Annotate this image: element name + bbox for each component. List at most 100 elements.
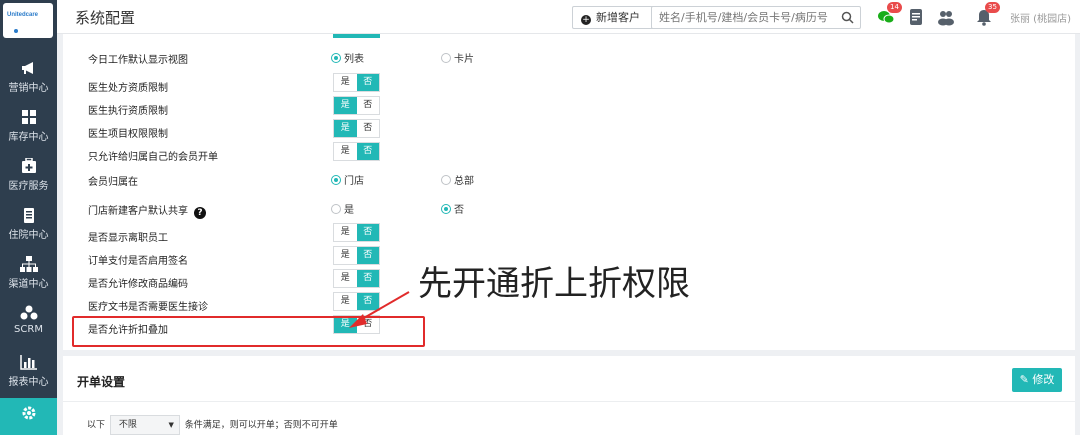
logo[interactable]: Unitedcare [3, 3, 53, 38]
toggle-no[interactable]: 否 [356, 224, 379, 241]
edit-button[interactable]: ✎ 修改 [1012, 368, 1062, 392]
plus-icon: + [581, 15, 591, 25]
sidebar-item-scrm[interactable]: SCRM [0, 298, 57, 347]
edit-icon: ✎ [1019, 373, 1033, 386]
radio-dot [331, 204, 341, 214]
sidebar-item-reports[interactable]: 报表中心 [0, 347, 57, 396]
sidebar-item-medical[interactable]: 医疗服务 [0, 151, 57, 200]
radio-share-yes[interactable]: 是 [331, 201, 354, 216]
sidebar: Unitedcare 营销中心 库存中心 医疗服务 住院中心 渠道中心 SCRM… [0, 0, 57, 435]
sidebar-item-settings[interactable] [0, 398, 57, 435]
radio-member-store[interactable]: 门店 [331, 172, 364, 187]
help-icon[interactable]: ? [194, 207, 206, 219]
search-input[interactable] [652, 7, 832, 28]
team-icon [938, 11, 954, 26]
contacts-button[interactable] [937, 8, 955, 26]
toggle-no[interactable]: 否 [356, 247, 379, 264]
order-settings-card: 开单设置 ✎ 修改 以下 不限 ▼ 条件满足，则可以开单；否则不可开单 [63, 356, 1075, 435]
toggle-yes[interactable]: 是 [334, 97, 357, 114]
toggle-execution-qualification[interactable]: 是否 [333, 96, 380, 115]
new-customer-label: 新增客户 [596, 11, 640, 24]
toggle-no[interactable]: 否 [356, 120, 379, 137]
notification-badge: 35 [985, 2, 1000, 13]
toggle-payment-signature[interactable]: 是否 [333, 246, 380, 265]
setting-label: 只允许给归属自己的会员开单 [88, 152, 218, 163]
settings-card: 今日工作默认显示视图 列表 卡片 医生处方资质限制 是否 医生执行资质限制 是否… [63, 34, 1075, 350]
wechat-badge: 14 [887, 2, 902, 13]
sidebar-item-inpatient[interactable]: 住院中心 [0, 200, 57, 249]
setting-label: 医生项目权限限制 [88, 129, 168, 140]
toggle-yes[interactable]: 是 [334, 120, 357, 137]
setting-label: 医生执行资质限制 [88, 106, 168, 117]
radio-card-view[interactable]: 卡片 [441, 50, 474, 65]
wechat-button[interactable]: 14 [877, 2, 902, 26]
toggle-yes[interactable]: 是 [334, 143, 357, 160]
select-value: 不限 [118, 420, 137, 430]
toggle-no[interactable]: 否 [356, 143, 379, 160]
divider [63, 401, 1075, 402]
setting-label: 订单支付是否启用签名 [88, 256, 188, 267]
cut-off-toggle [333, 34, 380, 38]
grid-icon [21, 110, 36, 124]
caret-down-icon: ▼ [168, 421, 174, 429]
toggle-yes[interactable]: 是 [334, 224, 357, 241]
sidebar-item-label: 住院中心 [8, 230, 49, 241]
radio-member-hq[interactable]: 总部 [441, 172, 474, 187]
page-title: 系统配置 [75, 9, 136, 27]
toggle-yes[interactable]: 是 [334, 247, 357, 264]
org-chart-icon [19, 256, 38, 272]
annotation-text: 先开通折上折权限 [418, 264, 690, 304]
megaphone-icon [21, 62, 33, 74]
toggle-project-permission[interactable]: 是否 [333, 119, 380, 138]
radio-dot-selected [331, 53, 341, 63]
search-box [651, 6, 861, 29]
orders-button[interactable] [907, 8, 925, 26]
radio-label: 是 [344, 205, 354, 216]
search-icon[interactable] [841, 11, 854, 24]
setting-label: 是否显示离职员工 [88, 233, 168, 244]
condition-suffix: 条件满足，则可以开单；否则不可开单 [184, 420, 338, 431]
clipboard-icon [23, 208, 34, 223]
radio-dot-selected [441, 204, 451, 214]
edit-label: 修改 [1032, 373, 1055, 386]
radio-dot [441, 175, 451, 185]
setting-label-with-help: 门店新建客户默认共享? [88, 202, 206, 219]
sidebar-cut-item [0, 42, 57, 52]
setting-label: 医生处方资质限制 [88, 83, 168, 94]
radio-label: 总部 [454, 176, 474, 187]
sidebar-item-marketing[interactable]: 营销中心 [0, 53, 57, 102]
radio-list-view[interactable]: 列表 [331, 50, 364, 65]
sidebar-item-label: 报表中心 [8, 377, 49, 388]
toggle-no[interactable]: 否 [356, 74, 379, 91]
toggle-own-member-only[interactable]: 是否 [333, 142, 380, 161]
section-title: 开单设置 [77, 375, 126, 389]
medical-kit-icon [21, 158, 36, 173]
radio-label: 否 [454, 205, 464, 216]
setting-label: 会员归属在 [88, 177, 138, 188]
sidebar-item-label: 营销中心 [8, 83, 49, 94]
sidebar-item-label: 渠道中心 [8, 279, 49, 290]
setting-label: 医疗文书是否需要医生接诊 [88, 302, 208, 313]
user-menu[interactable]: 张丽 (桃园店) [1010, 10, 1071, 25]
radio-label: 列表 [344, 54, 364, 65]
users-icon [20, 305, 37, 320]
toggle-no[interactable]: 否 [356, 97, 379, 114]
sidebar-item-inventory[interactable]: 库存中心 [0, 102, 57, 151]
radio-share-no[interactable]: 否 [441, 201, 464, 216]
toggle-show-resigned[interactable]: 是否 [333, 223, 380, 242]
toggle-prescription-qualification[interactable]: 是否 [333, 73, 380, 92]
radio-dot-selected [331, 175, 341, 185]
radio-label: 卡片 [454, 54, 474, 65]
setting-label: 门店新建客户默认共享 [88, 206, 188, 217]
order-condition: 以下 不限 ▼ 条件满足，则可以开单；否则不可开单 [87, 415, 338, 435]
notifications-button[interactable]: 35 [975, 2, 1000, 26]
sidebar-item-channel[interactable]: 渠道中心 [0, 249, 57, 298]
sidebar-item-label: SCRM [14, 324, 43, 335]
setting-label: 今日工作默认显示视图 [88, 55, 188, 66]
condition-select[interactable]: 不限 ▼ [109, 415, 180, 435]
condition-prefix: 以下 [87, 420, 106, 431]
top-header: 系统配置 + 新增客户 14 35 张丽 (桃园店) [57, 0, 1080, 34]
document-icon [910, 9, 922, 25]
toggle-yes[interactable]: 是 [334, 74, 357, 91]
gear-icon [22, 406, 35, 420]
